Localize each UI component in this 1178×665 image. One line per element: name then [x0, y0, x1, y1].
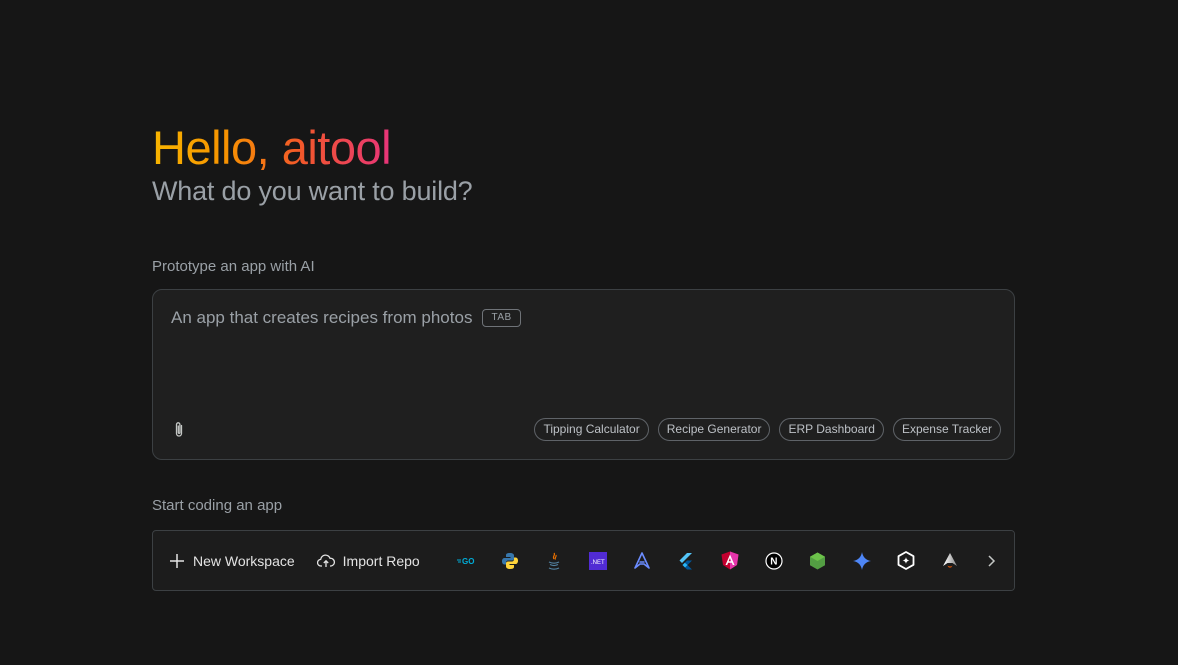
- coding-section-label: Start coding an app: [152, 497, 283, 514]
- gemini-icon: [852, 551, 871, 570]
- page-subtitle: What do you want to build?: [152, 176, 473, 206]
- import-repo-button[interactable]: Import Repo: [316, 552, 420, 569]
- flutter-icon: [679, 552, 692, 569]
- nextjs-icon: N: [765, 551, 783, 570]
- greeting-title: Hello, aitool: [152, 121, 392, 174]
- suggestion-chip-expense-tracker[interactable]: Expense Tracker: [892, 418, 1001, 441]
- angular-icon: [721, 551, 739, 570]
- suggestion-chip-recipe-generator[interactable]: Recipe Generator: [657, 418, 771, 441]
- svg-text:GO: GO: [462, 557, 474, 566]
- python-icon: [501, 552, 518, 569]
- prompt-input-box[interactable]: An app that creates recipes from photos …: [152, 289, 1015, 460]
- paperclip-icon: [175, 422, 183, 437]
- chevron-right-icon: [988, 554, 996, 567]
- suggestion-chip-erp-dashboard[interactable]: ERP Dashboard: [779, 418, 884, 441]
- template-java[interactable]: [532, 539, 576, 583]
- template-angular[interactable]: [708, 539, 752, 583]
- cloud-upload-icon: [316, 553, 335, 567]
- main-content: Hello, aitool What do you want to build?…: [152, 120, 1015, 591]
- template-icons: GO .NET N: [444, 539, 1014, 583]
- genkit-icon: [897, 551, 915, 570]
- scroll-right-button[interactable]: [944, 531, 1014, 590]
- import-repo-label: Import Repo: [342, 552, 420, 569]
- template-nextjs[interactable]: N: [752, 539, 796, 583]
- template-gemini[interactable]: [840, 539, 884, 583]
- attach-button[interactable]: [169, 420, 189, 440]
- new-workspace-label: New Workspace: [193, 552, 295, 569]
- prompt-placeholder: An app that creates recipes from photos: [171, 308, 473, 327]
- suggestion-chips: Tipping Calculator Recipe Generator ERP …: [534, 418, 1001, 441]
- workspace-toolbar: New Workspace Import Repo GO .NET N: [152, 530, 1015, 591]
- template-flutter[interactable]: [664, 539, 708, 583]
- new-workspace-button[interactable]: New Workspace: [169, 553, 295, 569]
- prompt-input[interactable]: An app that creates recipes from photos …: [171, 308, 521, 328]
- dotnet-icon: .NET: [588, 551, 607, 570]
- java-icon: [548, 552, 559, 570]
- svg-text:N: N: [770, 556, 777, 567]
- template-nodejs[interactable]: [796, 539, 840, 583]
- plus-icon: [170, 553, 184, 568]
- template-python[interactable]: [488, 539, 532, 583]
- svg-text:.NET: .NET: [591, 560, 605, 566]
- template-astro[interactable]: [620, 539, 664, 583]
- prototype-section-label: Prototype an app with AI: [152, 258, 315, 275]
- go-icon: GO: [456, 557, 474, 566]
- template-go[interactable]: GO: [444, 539, 488, 583]
- nodejs-icon: [810, 552, 826, 569]
- tab-key-hint: TAB: [482, 309, 521, 327]
- suggestion-chip-tipping-calculator[interactable]: Tipping Calculator: [534, 418, 649, 441]
- template-genkit[interactable]: [884, 539, 928, 583]
- astro-icon: [633, 551, 650, 569]
- template-dotnet[interactable]: .NET: [576, 539, 620, 583]
